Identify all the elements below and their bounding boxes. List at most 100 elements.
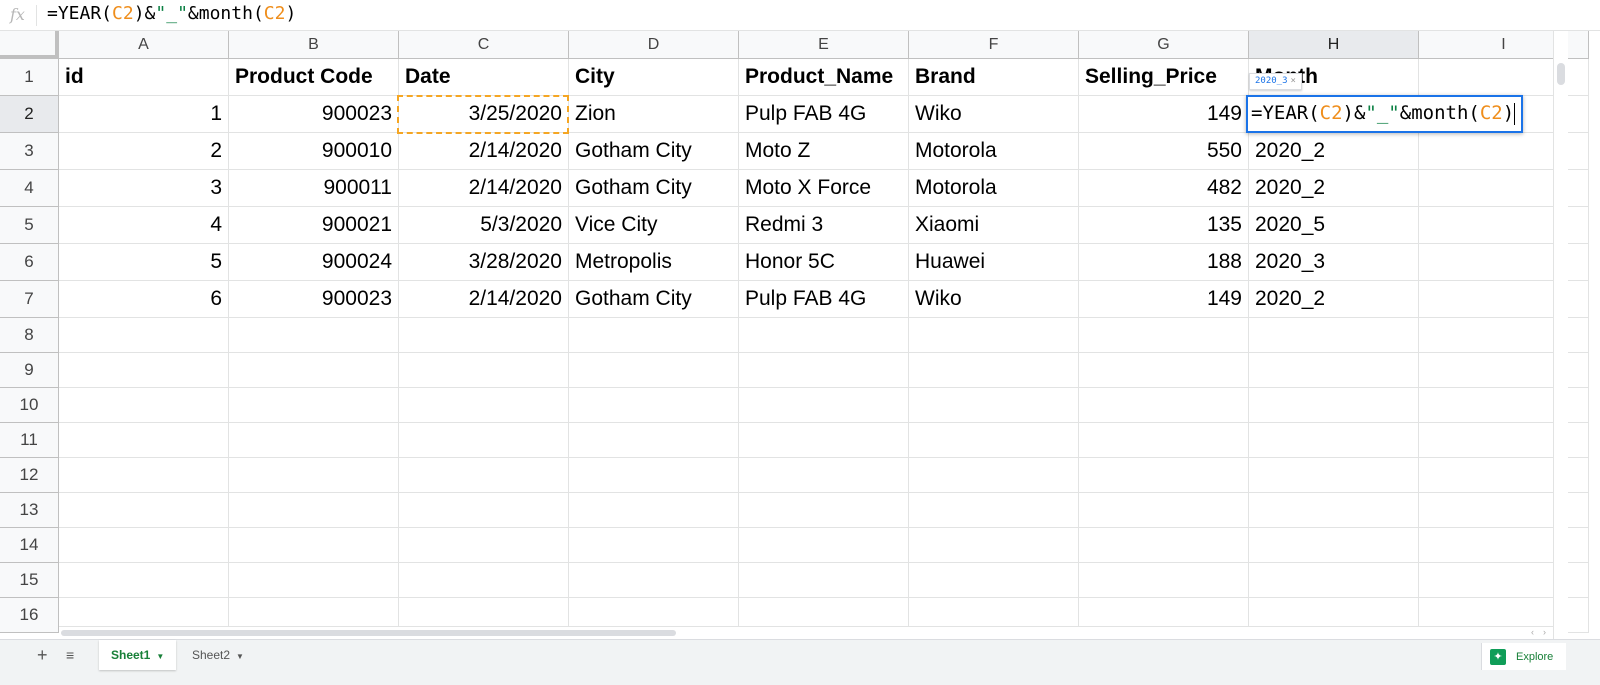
cell-g1[interactable]: Selling_Price: [1079, 59, 1249, 96]
cell-f9[interactable]: [909, 353, 1079, 388]
sheet-tab-sheet1[interactable]: Sheet1 ▼: [99, 640, 177, 670]
row-header-5[interactable]: 5: [0, 207, 59, 244]
cell-d11[interactable]: [569, 423, 739, 458]
cell-d13[interactable]: [569, 493, 739, 528]
column-header-h[interactable]: H: [1249, 31, 1419, 59]
cell-g11[interactable]: [1079, 423, 1249, 458]
cell-e11[interactable]: [739, 423, 909, 458]
cell-f15[interactable]: [909, 563, 1079, 598]
formula-input[interactable]: =YEAR(C2)&"_"&month(C2): [47, 3, 296, 24]
cell-e15[interactable]: [739, 563, 909, 598]
cell-h11[interactable]: [1249, 423, 1419, 458]
cell-a5[interactable]: 4: [59, 207, 229, 244]
cell-b7[interactable]: 900023: [229, 281, 399, 318]
select-all-corner[interactable]: [0, 31, 59, 59]
cell-a4[interactable]: 3: [59, 170, 229, 207]
close-icon[interactable]: ×: [1291, 76, 1296, 86]
cell-f14[interactable]: [909, 528, 1079, 563]
cell-h12[interactable]: [1249, 458, 1419, 493]
cell-d14[interactable]: [569, 528, 739, 563]
row-header-3[interactable]: 3: [0, 133, 59, 170]
cell-c14[interactable]: [399, 528, 569, 563]
cell-g2[interactable]: 149: [1079, 96, 1249, 133]
cell-c3[interactable]: 2/14/2020: [399, 133, 569, 170]
cell-f1[interactable]: Brand: [909, 59, 1079, 96]
all-sheets-button[interactable]: ≡: [66, 647, 74, 663]
cell-b8[interactable]: [229, 318, 399, 353]
cell-f3[interactable]: Motorola: [909, 133, 1079, 170]
cell-g13[interactable]: [1079, 493, 1249, 528]
cell-h6[interactable]: 2020_3: [1249, 244, 1419, 281]
column-header-d[interactable]: D: [569, 31, 739, 59]
horizontal-scroll-thumb[interactable]: [61, 630, 676, 636]
column-header-g[interactable]: G: [1079, 31, 1249, 59]
row-header-9[interactable]: 9: [0, 353, 59, 388]
cell-h10[interactable]: [1249, 388, 1419, 423]
cell-c15[interactable]: [399, 563, 569, 598]
cell-c9[interactable]: [399, 353, 569, 388]
horizontal-scrollbar[interactable]: ‹ ›: [59, 626, 1553, 639]
cell-a6[interactable]: 5: [59, 244, 229, 281]
row-header-7[interactable]: 7: [0, 281, 59, 318]
cell-d3[interactable]: Gotham City: [569, 133, 739, 170]
cell-g3[interactable]: 550: [1079, 133, 1249, 170]
cell-d8[interactable]: [569, 318, 739, 353]
cell-g7[interactable]: 149: [1079, 281, 1249, 318]
cell-d7[interactable]: Gotham City: [569, 281, 739, 318]
column-header-e[interactable]: E: [739, 31, 909, 59]
cell-a9[interactable]: [59, 353, 229, 388]
cell-f10[interactable]: [909, 388, 1079, 423]
column-header-c[interactable]: C: [399, 31, 569, 59]
cell-h15[interactable]: [1249, 563, 1419, 598]
cell-f7[interactable]: Wiko: [909, 281, 1079, 318]
cell-c5[interactable]: 5/3/2020: [399, 207, 569, 244]
cell-a11[interactable]: [59, 423, 229, 458]
cell-b9[interactable]: [229, 353, 399, 388]
column-header-f[interactable]: F: [909, 31, 1079, 59]
cell-e4[interactable]: Moto X Force: [739, 170, 909, 207]
cell-c8[interactable]: [399, 318, 569, 353]
cell-c11[interactable]: [399, 423, 569, 458]
cell-a10[interactable]: [59, 388, 229, 423]
cell-b13[interactable]: [229, 493, 399, 528]
cell-e5[interactable]: Redmi 3: [739, 207, 909, 244]
row-header-14[interactable]: 14: [0, 528, 59, 563]
cell-a12[interactable]: [59, 458, 229, 493]
cell-d12[interactable]: [569, 458, 739, 493]
chevron-down-icon[interactable]: ▼: [236, 652, 244, 661]
cell-h9[interactable]: [1249, 353, 1419, 388]
cell-g6[interactable]: 188: [1079, 244, 1249, 281]
cell-b2[interactable]: 900023: [229, 96, 399, 133]
cell-f5[interactable]: Xiaomi: [909, 207, 1079, 244]
row-header-4[interactable]: 4: [0, 170, 59, 207]
vertical-scroll-thumb[interactable]: [1557, 63, 1565, 85]
cell-a3[interactable]: 2: [59, 133, 229, 170]
cell-g9[interactable]: [1079, 353, 1249, 388]
cell-c13[interactable]: [399, 493, 569, 528]
row-header-8[interactable]: 8: [0, 318, 59, 353]
cell-a13[interactable]: [59, 493, 229, 528]
cell-f6[interactable]: Huawei: [909, 244, 1079, 281]
cell-b12[interactable]: [229, 458, 399, 493]
cell-a7[interactable]: 6: [59, 281, 229, 318]
cell-g12[interactable]: [1079, 458, 1249, 493]
cell-h4[interactable]: 2020_2: [1249, 170, 1419, 207]
scroll-left-icon[interactable]: ‹: [1531, 627, 1534, 637]
row-header-16[interactable]: 16: [0, 598, 59, 633]
cell-g4[interactable]: 482: [1079, 170, 1249, 207]
cell-a15[interactable]: [59, 563, 229, 598]
cell-e14[interactable]: [739, 528, 909, 563]
cell-e1[interactable]: Product_Name: [739, 59, 909, 96]
cell-h14[interactable]: [1249, 528, 1419, 563]
cell-h13[interactable]: [1249, 493, 1419, 528]
cell-b3[interactable]: 900010: [229, 133, 399, 170]
cell-d5[interactable]: Vice City: [569, 207, 739, 244]
chevron-down-icon[interactable]: ▼: [156, 652, 164, 661]
column-header-a[interactable]: A: [59, 31, 229, 59]
cell-c2[interactable]: 3/25/2020: [399, 96, 569, 133]
cell-h5[interactable]: 2020_5: [1249, 207, 1419, 244]
cell-f12[interactable]: [909, 458, 1079, 493]
row-header-10[interactable]: 10: [0, 388, 59, 423]
cell-g10[interactable]: [1079, 388, 1249, 423]
cell-h7[interactable]: 2020_2: [1249, 281, 1419, 318]
